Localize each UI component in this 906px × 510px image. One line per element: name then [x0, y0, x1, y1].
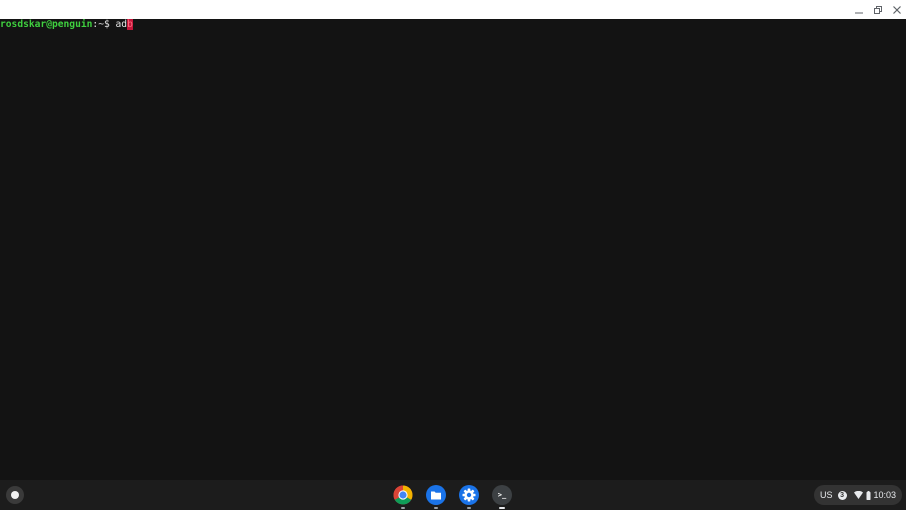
wifi-icon [853, 491, 863, 499]
close-button[interactable] [887, 0, 906, 19]
status-tray[interactable]: US 3 10:03 [814, 485, 902, 505]
shelf-app-chrome[interactable] [393, 485, 413, 505]
app-active-indicator [499, 507, 505, 509]
terminal-prompt-line[interactable]: rosdskar@penguin:~$ adb [0, 19, 133, 31]
prompt-path: :~$ [92, 19, 116, 30]
clock-time: 10:03 [873, 490, 897, 500]
shelf-app-files[interactable] [426, 485, 446, 505]
launcher-button[interactable] [6, 486, 24, 504]
minimize-button[interactable] [849, 0, 868, 19]
maximize-button[interactable] [868, 0, 887, 19]
app-running-indicator [434, 507, 438, 509]
terminal-window[interactable]: rosdskar@penguin:~$ adb [0, 19, 906, 480]
shelf-app-terminal[interactable]: >_ [492, 485, 512, 505]
command-input-text[interactable]: ad [116, 19, 128, 30]
close-icon [892, 5, 902, 15]
shelf: >_ US 3 10:03 [0, 480, 906, 510]
restore-icon [873, 5, 883, 15]
terminal-icon: >_ [497, 491, 507, 499]
launcher-icon [11, 491, 19, 499]
prompt-user-host: rosdskar@penguin [0, 19, 93, 30]
app-running-indicator [401, 507, 405, 509]
terminal-cursor: b [127, 19, 133, 30]
keyboard-layout-label: US [820, 490, 833, 500]
minimize-icon [854, 5, 864, 15]
notification-count-badge: 3 [837, 490, 847, 500]
window-title-bar[interactable] [0, 0, 906, 19]
app-running-indicator [467, 507, 471, 509]
battery-icon [866, 490, 871, 500]
shelf-app-settings[interactable] [459, 485, 479, 505]
desktop-screen: rosdskar@penguin:~$ adb >_ US 3 10:03 [0, 0, 906, 510]
